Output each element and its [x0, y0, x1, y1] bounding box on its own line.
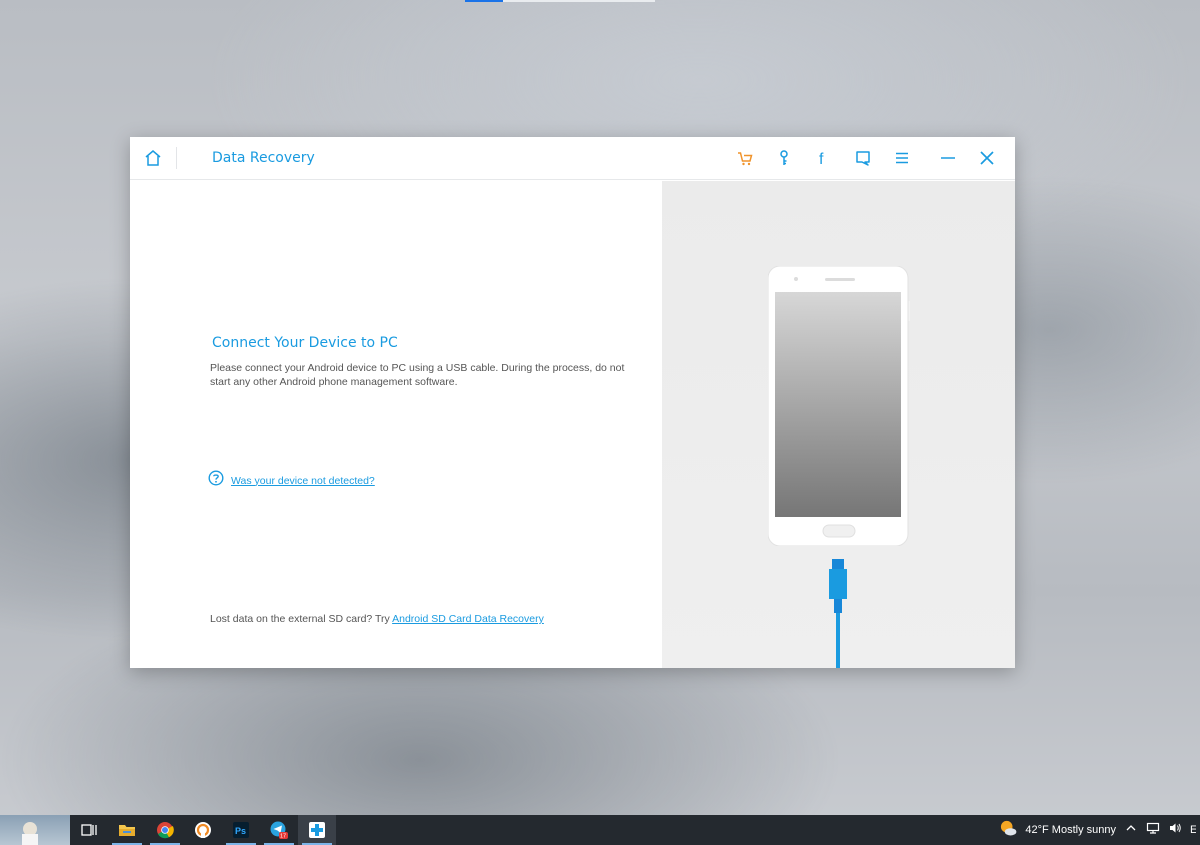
chevron-up-icon[interactable]: [1124, 821, 1138, 840]
sd-card-prompt: Lost data on the external SD card? Try: [210, 613, 393, 625]
weather-text[interactable]: 42°F Mostly sunny: [1025, 824, 1116, 836]
home-icon[interactable]: [144, 149, 162, 167]
connect-description: Please connect your Android device to PC…: [210, 362, 625, 388]
title-divider: [176, 147, 177, 169]
file-explorer-icon[interactable]: [108, 815, 146, 845]
volume-icon[interactable]: [1168, 821, 1182, 840]
help-row: Was your device not detected?: [208, 470, 375, 491]
task-view-icon[interactable]: [70, 815, 108, 845]
feedback-icon[interactable]: [854, 149, 872, 167]
desktop-thumbnail[interactable]: [0, 815, 70, 845]
photoshop-icon[interactable]: Ps: [222, 815, 260, 845]
key-icon[interactable]: [775, 149, 793, 167]
data-recovery-icon[interactable]: [298, 815, 336, 845]
language-indicator[interactable]: E: [1190, 824, 1196, 836]
page-heading: Connect Your Device to PC: [212, 335, 398, 351]
usb-cable-illustration: [828, 559, 848, 668]
title-bar: Data Recovery f: [130, 137, 1015, 180]
telegram-badge: 17: [280, 834, 286, 840]
network-icon[interactable]: [1146, 821, 1160, 840]
weather-icon[interactable]: [999, 819, 1017, 842]
menu-icon[interactable]: [893, 149, 911, 167]
instructions-pane: Connect Your Device to PC Please connect…: [130, 181, 662, 668]
minimize-icon[interactable]: [939, 149, 957, 167]
sd-card-row: Lost data on the external SD card? Try A…: [210, 613, 544, 625]
app-title: Data Recovery: [212, 150, 315, 166]
facebook-icon[interactable]: f: [814, 149, 832, 168]
active-tab-indicator: [465, 0, 503, 2]
chrome-icon[interactable]: [146, 815, 184, 845]
photoshop-label: Ps: [235, 826, 246, 836]
cart-icon[interactable]: [736, 149, 754, 167]
ring-app-icon[interactable]: [184, 815, 222, 845]
browser-tab-strip: [465, 0, 655, 2]
close-icon[interactable]: [978, 149, 996, 167]
device-not-detected-link[interactable]: Was your device not detected?: [231, 475, 375, 487]
illustration-pane: [662, 181, 1015, 668]
facebook-glyph: f: [819, 151, 824, 167]
app-window: Data Recovery f Connect Your Device to P…: [130, 137, 1015, 668]
sd-card-recovery-link[interactable]: Android SD Card Data Recovery: [392, 613, 544, 625]
taskbar: Ps 17 42°F Mostly sunny E: [0, 815, 1200, 845]
question-icon: [208, 470, 224, 491]
telegram-icon[interactable]: 17: [260, 815, 298, 845]
phone-illustration: [765, 265, 912, 547]
system-tray: 42°F Mostly sunny E: [999, 815, 1200, 845]
